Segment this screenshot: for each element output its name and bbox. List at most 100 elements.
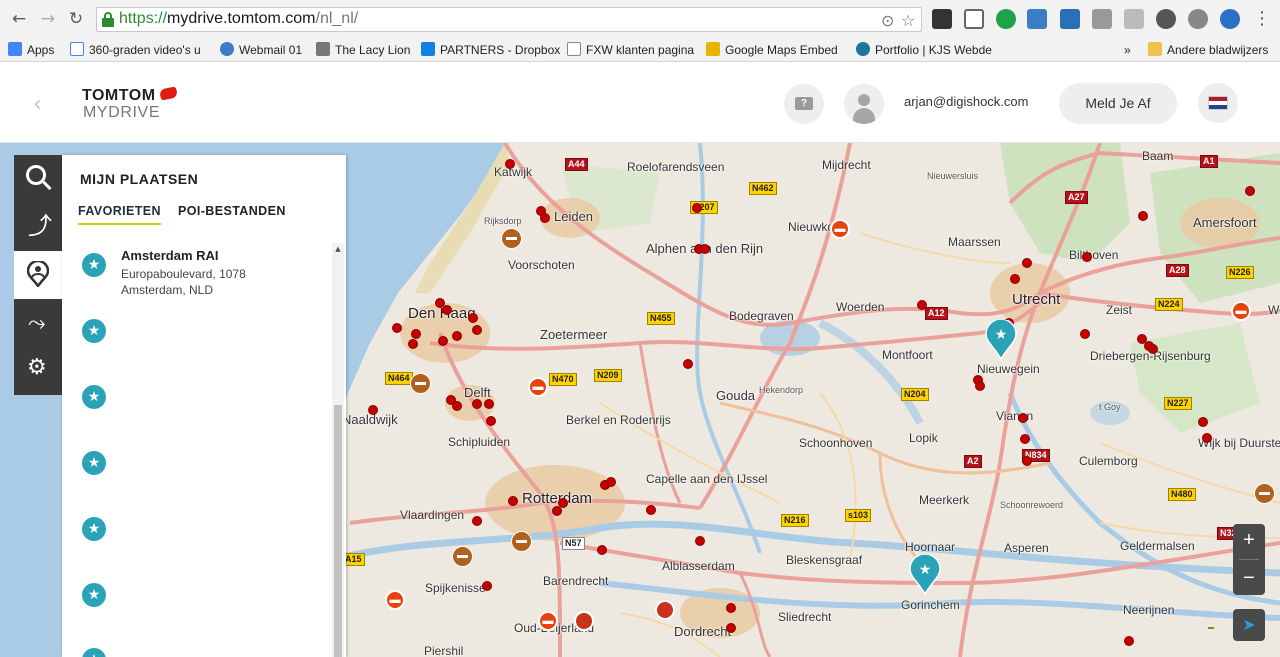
poi-marker[interactable]	[438, 336, 448, 346]
poi-marker[interactable]	[408, 339, 418, 349]
extension-icon[interactable]	[1156, 9, 1176, 29]
poi-marker[interactable]	[442, 305, 452, 315]
roadwork-icon[interactable]	[655, 600, 675, 620]
poi-marker[interactable]	[452, 331, 462, 341]
favorite-item[interactable]: ★	[82, 583, 322, 613]
poi-marker[interactable]	[472, 325, 482, 335]
poi-marker[interactable]	[646, 505, 656, 515]
favorite-item[interactable]: ★	[82, 451, 322, 481]
poi-marker[interactable]	[486, 416, 496, 426]
poi-marker[interactable]	[1138, 211, 1148, 221]
poi-marker[interactable]	[505, 159, 515, 169]
help-button[interactable]: ?	[784, 84, 824, 124]
extension-icon[interactable]	[932, 9, 952, 29]
extension-icon[interactable]	[1220, 9, 1240, 29]
language-button[interactable]	[1198, 83, 1238, 123]
bookmark-item[interactable]: FXW klanten pagina	[567, 41, 694, 59]
drive-icon[interactable]	[1124, 9, 1144, 29]
scrollbar-thumb[interactable]	[334, 405, 342, 657]
favorite-item[interactable]: ★	[82, 385, 322, 415]
poi-marker[interactable]	[1010, 274, 1020, 284]
extension-icon[interactable]	[1188, 9, 1208, 29]
extension-icon[interactable]	[1027, 9, 1047, 29]
bookmark-item[interactable]: Apps	[8, 41, 54, 59]
poi-marker[interactable]	[1124, 636, 1134, 646]
poi-marker[interactable]	[411, 329, 421, 339]
poi-marker[interactable]	[975, 381, 985, 391]
poi-marker[interactable]	[692, 203, 702, 213]
tab-poi-files[interactable]: POI-BESTANDEN	[178, 204, 286, 223]
bookmark-item[interactable]: PARTNERS - Dropbox	[421, 41, 560, 59]
poi-marker[interactable]	[1020, 434, 1030, 444]
poi-marker[interactable]	[695, 536, 705, 546]
other-bookmarks[interactable]: Andere bladwijzers	[1148, 41, 1268, 59]
scroll-up-arrow-icon[interactable]: ▲	[332, 245, 344, 253]
poi-marker[interactable]	[508, 496, 518, 506]
address-bar[interactable]: https://mydrive.tomtom.com/nl_nl/ ⊙ ☆	[96, 7, 922, 32]
road-closed-icon[interactable]	[501, 228, 522, 249]
bookmark-item[interactable]: Webmail 01	[220, 41, 302, 59]
logout-button[interactable]: Meld Je Af	[1059, 83, 1177, 124]
nav-search[interactable]	[14, 155, 62, 201]
traffic-jam-icon[interactable]: ▬	[538, 611, 558, 631]
nav-my-places[interactable]	[14, 251, 62, 299]
poi-marker[interactable]	[482, 581, 492, 591]
reload-icon[interactable]: ↻	[66, 9, 86, 29]
poi-marker[interactable]	[392, 323, 402, 333]
favorite-pin-icon[interactable]: ★	[909, 555, 941, 595]
extension-icon[interactable]	[1060, 9, 1080, 29]
menu-icon[interactable]: ⋮	[1252, 9, 1272, 29]
favorite-item[interactable]: ★	[82, 517, 322, 547]
user-avatar-button[interactable]	[844, 84, 884, 124]
poi-marker[interactable]	[484, 399, 494, 409]
location-icon[interactable]: ⊙	[881, 11, 894, 30]
poi-marker[interactable]	[1082, 252, 1092, 262]
poi-marker[interactable]	[1022, 456, 1032, 466]
bookmark-star-icon[interactable]: ☆	[901, 11, 915, 30]
favorite-pin-icon[interactable]: ★	[985, 320, 1017, 360]
code-icon[interactable]	[1092, 9, 1112, 29]
panel-scrollbar[interactable]: ▲	[332, 243, 344, 657]
poi-marker[interactable]	[472, 399, 482, 409]
bookmark-item[interactable]: Portfolio | KJS Webde	[856, 41, 992, 59]
forward-arrow-icon[interactable]: →	[38, 9, 58, 29]
extension-icon[interactable]	[996, 9, 1016, 29]
poi-marker[interactable]	[1202, 433, 1212, 443]
poi-marker[interactable]	[1148, 344, 1158, 354]
poi-marker[interactable]	[368, 405, 378, 415]
traffic-jam-icon[interactable]: ▬	[830, 219, 850, 239]
back-arrow-icon[interactable]: ←	[9, 9, 29, 29]
cast-icon[interactable]	[964, 9, 984, 29]
bookmarks-overflow-button[interactable]: »	[1124, 41, 1131, 59]
nav-routes-saved[interactable]: ⤳	[14, 301, 62, 347]
favorite-item[interactable]: ★	[82, 648, 322, 657]
poi-marker[interactable]	[540, 213, 550, 223]
roadwork-icon[interactable]	[574, 611, 594, 631]
poi-marker[interactable]	[726, 623, 736, 633]
poi-marker[interactable]	[606, 477, 616, 487]
traffic-jam-icon[interactable]: ▬	[1231, 301, 1251, 321]
poi-marker[interactable]	[1198, 417, 1208, 427]
chevron-left-icon[interactable]: ‹	[33, 92, 42, 117]
poi-marker[interactable]	[700, 244, 710, 254]
poi-marker[interactable]	[472, 516, 482, 526]
road-closed-icon[interactable]	[410, 373, 431, 394]
nav-settings[interactable]: ⚙	[14, 347, 62, 393]
poi-marker[interactable]	[1080, 329, 1090, 339]
poi-marker[interactable]	[1018, 413, 1028, 423]
zoom-in-button[interactable]: +	[1233, 526, 1265, 554]
traffic-jam-icon[interactable]: ▬	[528, 377, 548, 397]
favorite-item[interactable]: ★	[82, 319, 322, 349]
nav-route[interactable]: ⤴	[14, 203, 62, 249]
traffic-jam-icon[interactable]: ▬	[385, 590, 405, 610]
poi-marker[interactable]	[917, 300, 927, 310]
compass-icon[interactable]: ➤	[1233, 609, 1265, 641]
poi-marker[interactable]	[597, 545, 607, 555]
bookmark-item[interactable]: The Lacy Lion	[316, 41, 410, 59]
poi-marker[interactable]	[452, 401, 462, 411]
poi-marker[interactable]	[1022, 258, 1032, 268]
poi-marker[interactable]	[468, 313, 478, 323]
road-closed-icon[interactable]	[1254, 483, 1275, 504]
favorite-item[interactable]: ★ Amsterdam RAI Europaboulevard, 1078 Am…	[82, 248, 322, 303]
road-closed-icon[interactable]	[511, 531, 532, 552]
